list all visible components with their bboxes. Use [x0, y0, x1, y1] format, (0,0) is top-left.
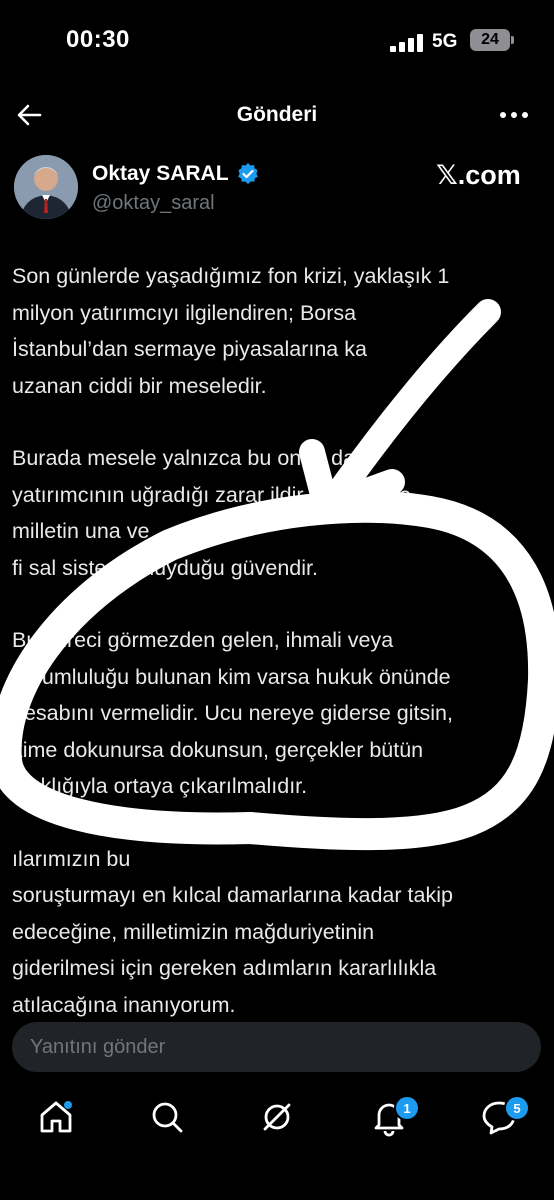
tweet-paragraph: Bu süreci görmezden gelen, ihmali veya s… — [12, 628, 453, 798]
more-horizontal-icon[interactable] — [498, 103, 530, 127]
battery-cap — [511, 36, 514, 44]
reply-placeholder: Yanıtını gönder — [30, 1036, 166, 1058]
home-icon[interactable] — [36, 1097, 76, 1137]
signal-icon — [390, 34, 423, 52]
grok-icon[interactable] — [257, 1097, 297, 1137]
source-label: 𝕏.com — [436, 160, 521, 190]
battery-icon: 24 — [470, 29, 510, 51]
search-icon[interactable] — [147, 1097, 187, 1137]
battery-level: 24 — [481, 31, 499, 48]
messages-badge: 5 — [504, 1095, 530, 1121]
avatar-image — [14, 155, 78, 219]
tweet-body: Son günlerde yaşadığımız fon krizi, yakl… — [12, 258, 542, 1059]
avatar[interactable] — [14, 155, 78, 219]
author-name[interactable]: Oktay SARAL — [92, 162, 229, 186]
author-handle[interactable]: @oktay_saral — [92, 192, 215, 215]
verified-badge-icon — [238, 163, 258, 184]
tweet-paragraph: ılarımızın bu soruşturmayı en kılcal dam… — [12, 846, 453, 1017]
tweet-paragraph: Burada mesele yalnızca bu onun da yatırı… — [12, 446, 418, 580]
tweet-paragraph: Son günlerde yaşadığımız fon krizi, yakl… — [12, 264, 450, 398]
notifications-badge: 1 — [394, 1095, 420, 1121]
page-title: Gönderi — [236, 103, 318, 126]
network-type: 5G — [432, 31, 458, 52]
status-time: 00:30 — [66, 26, 130, 53]
